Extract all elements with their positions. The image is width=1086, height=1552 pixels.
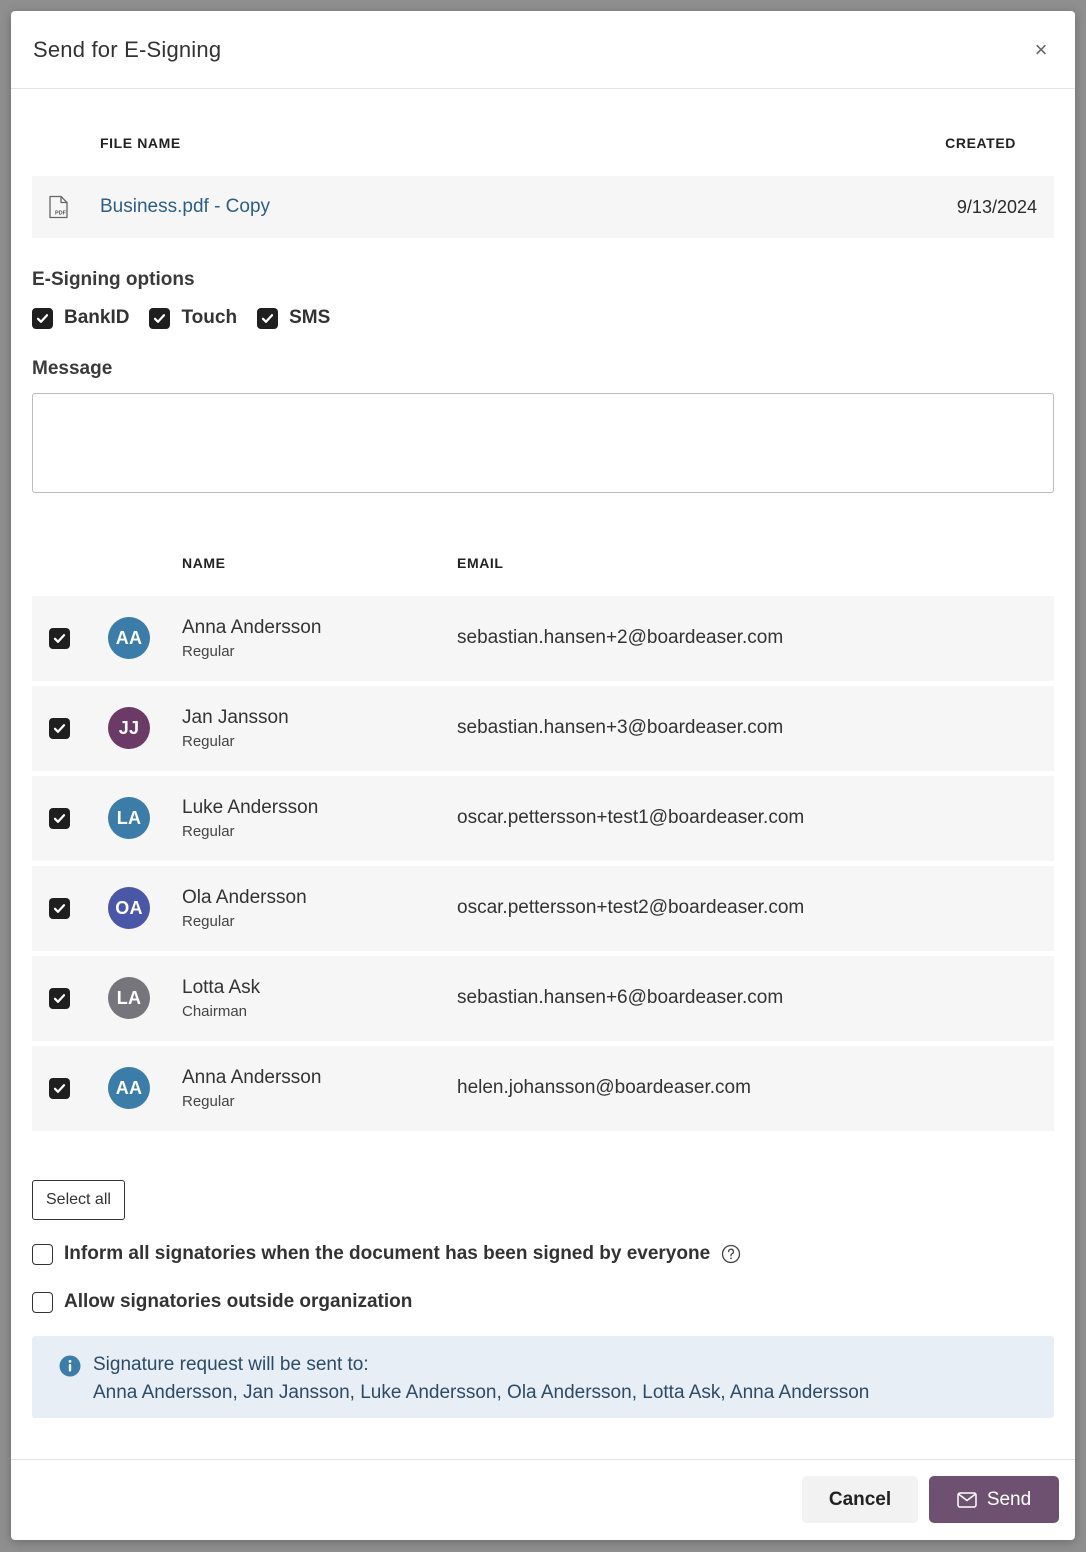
esign-options-label: E-Signing options xyxy=(32,269,195,290)
signatory-row[interactable]: LA Lotta Ask Chairman sebastian.hansen+6… xyxy=(32,956,1054,1041)
file-row: PDF Business.pdf - Copy 9/13/2024 xyxy=(32,176,1054,238)
signatory-name: Anna Andersson xyxy=(182,1067,322,1088)
signatory-name: Luke Andersson xyxy=(182,797,319,818)
signatory-role: Regular xyxy=(182,733,235,750)
name-column-header: NAME xyxy=(182,555,226,571)
inform-all-label: Inform all signatories when the document… xyxy=(64,1243,711,1264)
sms-checkbox[interactable] xyxy=(257,307,279,329)
signatory-checkbox[interactable] xyxy=(49,808,70,829)
signatory-row[interactable]: JJ Jan Jansson Regular sebastian.hansen+… xyxy=(32,686,1054,771)
signatory-name: Ola Andersson xyxy=(182,887,307,908)
signatory-name: Anna Andersson xyxy=(182,617,322,638)
signatory-checkbox[interactable] xyxy=(49,628,70,649)
signatory-email: oscar.pettersson+test1@boardeaser.com xyxy=(457,807,805,828)
signatory-email: sebastian.hansen+3@boardeaser.com xyxy=(457,717,784,738)
signatory-checkbox[interactable] xyxy=(49,898,70,919)
created-column-header: CREATED xyxy=(945,135,1016,151)
avatar: OA xyxy=(108,887,150,929)
info-icon xyxy=(59,1355,81,1377)
option-bankid[interactable]: BankID xyxy=(32,307,129,329)
send-label: Send xyxy=(986,1488,1032,1510)
avatar: AA xyxy=(108,617,150,659)
signatory-row[interactable]: LA Luke Andersson Regular oscar.petterss… xyxy=(32,776,1054,861)
signatory-checkbox[interactable] xyxy=(49,718,70,739)
avatar: AA xyxy=(108,1067,150,1109)
signatories-header: NAME EMAIL xyxy=(32,498,1054,596)
signatory-role: Regular xyxy=(182,1093,235,1110)
pdf-file-icon: PDF xyxy=(49,195,68,219)
signatory-name: Lotta Ask xyxy=(182,977,261,998)
sms-label: SMS xyxy=(289,307,331,328)
select-all-button[interactable]: Select all xyxy=(32,1180,125,1220)
signatory-role: Chairman xyxy=(182,1003,248,1020)
signatory-checkbox[interactable] xyxy=(49,1078,70,1099)
dialog-title: Send for E-Signing xyxy=(33,36,222,62)
envelope-icon xyxy=(957,1491,977,1508)
allow-outside-checkbox[interactable] xyxy=(32,1291,53,1313)
inform-all-option[interactable]: Inform all signatories when the document… xyxy=(32,1243,1054,1265)
touch-label: Touch xyxy=(181,307,238,328)
signatory-role: Regular xyxy=(182,913,235,930)
signatory-email: oscar.pettersson+test2@boardeaser.com xyxy=(457,897,805,918)
option-touch[interactable]: Touch xyxy=(149,307,237,329)
signature-info-box: Signature request will be sent to: Anna … xyxy=(32,1336,1054,1418)
inform-all-checkbox[interactable] xyxy=(32,1243,53,1265)
touch-checkbox[interactable] xyxy=(149,307,171,329)
message-input[interactable] xyxy=(32,393,1054,493)
signatory-email: sebastian.hansen+2@boardeaser.com xyxy=(457,627,784,648)
dialog-header: Send for E-Signing × xyxy=(11,11,1075,89)
help-circle-icon[interactable] xyxy=(721,1244,741,1264)
info-recipient-names: Anna Andersson, Jan Jansson, Luke Anders… xyxy=(93,1382,870,1403)
signatory-role: Regular xyxy=(182,643,235,660)
file-table-header: FILE NAME CREATED xyxy=(32,89,1054,176)
allow-outside-label: Allow signatories outside organization xyxy=(64,1291,413,1312)
cancel-button[interactable]: Cancel xyxy=(802,1476,918,1523)
avatar: LA xyxy=(108,977,150,1019)
bankid-checkbox[interactable] xyxy=(32,307,53,329)
avatar: JJ xyxy=(108,707,150,749)
avatar: LA xyxy=(108,797,150,839)
signatory-name: Jan Jansson xyxy=(182,707,289,728)
signatory-row[interactable]: AA Anna Andersson Regular sebastian.hans… xyxy=(32,596,1054,681)
signatory-row[interactable]: AA Anna Andersson Regular helen.johansso… xyxy=(32,1046,1054,1131)
e-signing-dialog: Send for E-Signing × FILE NAME CREATED P… xyxy=(11,11,1075,1540)
dialog-body: FILE NAME CREATED PDF Business.pdf - Cop… xyxy=(11,89,1075,1418)
esign-options: BankID Touch SMS xyxy=(32,307,1054,329)
file-name-link[interactable]: Business.pdf - Copy xyxy=(100,196,270,218)
file-name-column-header: FILE NAME xyxy=(100,135,181,151)
allow-outside-option[interactable]: Allow signatories outside organization xyxy=(32,1291,1054,1313)
send-button[interactable]: Send xyxy=(929,1476,1059,1523)
option-sms[interactable]: SMS xyxy=(257,307,330,329)
file-created-date: 9/13/2024 xyxy=(956,196,1037,217)
signatory-role: Regular xyxy=(182,823,235,840)
signatory-checkbox[interactable] xyxy=(49,988,70,1009)
signatory-row[interactable]: OA Ola Andersson Regular oscar.pettersso… xyxy=(32,866,1054,951)
email-column-header: EMAIL xyxy=(457,555,504,571)
bankid-label: BankID xyxy=(64,307,130,328)
info-title: Signature request will be sent to: xyxy=(93,1354,369,1375)
message-label: Message xyxy=(32,358,113,379)
dialog-footer: Cancel Send xyxy=(11,1459,1075,1540)
signatory-email: helen.johansson@boardeaser.com xyxy=(457,1077,751,1098)
close-icon[interactable]: × xyxy=(1029,37,1053,62)
svg-text:PDF: PDF xyxy=(55,211,67,217)
signatory-email: sebastian.hansen+6@boardeaser.com xyxy=(457,987,784,1008)
